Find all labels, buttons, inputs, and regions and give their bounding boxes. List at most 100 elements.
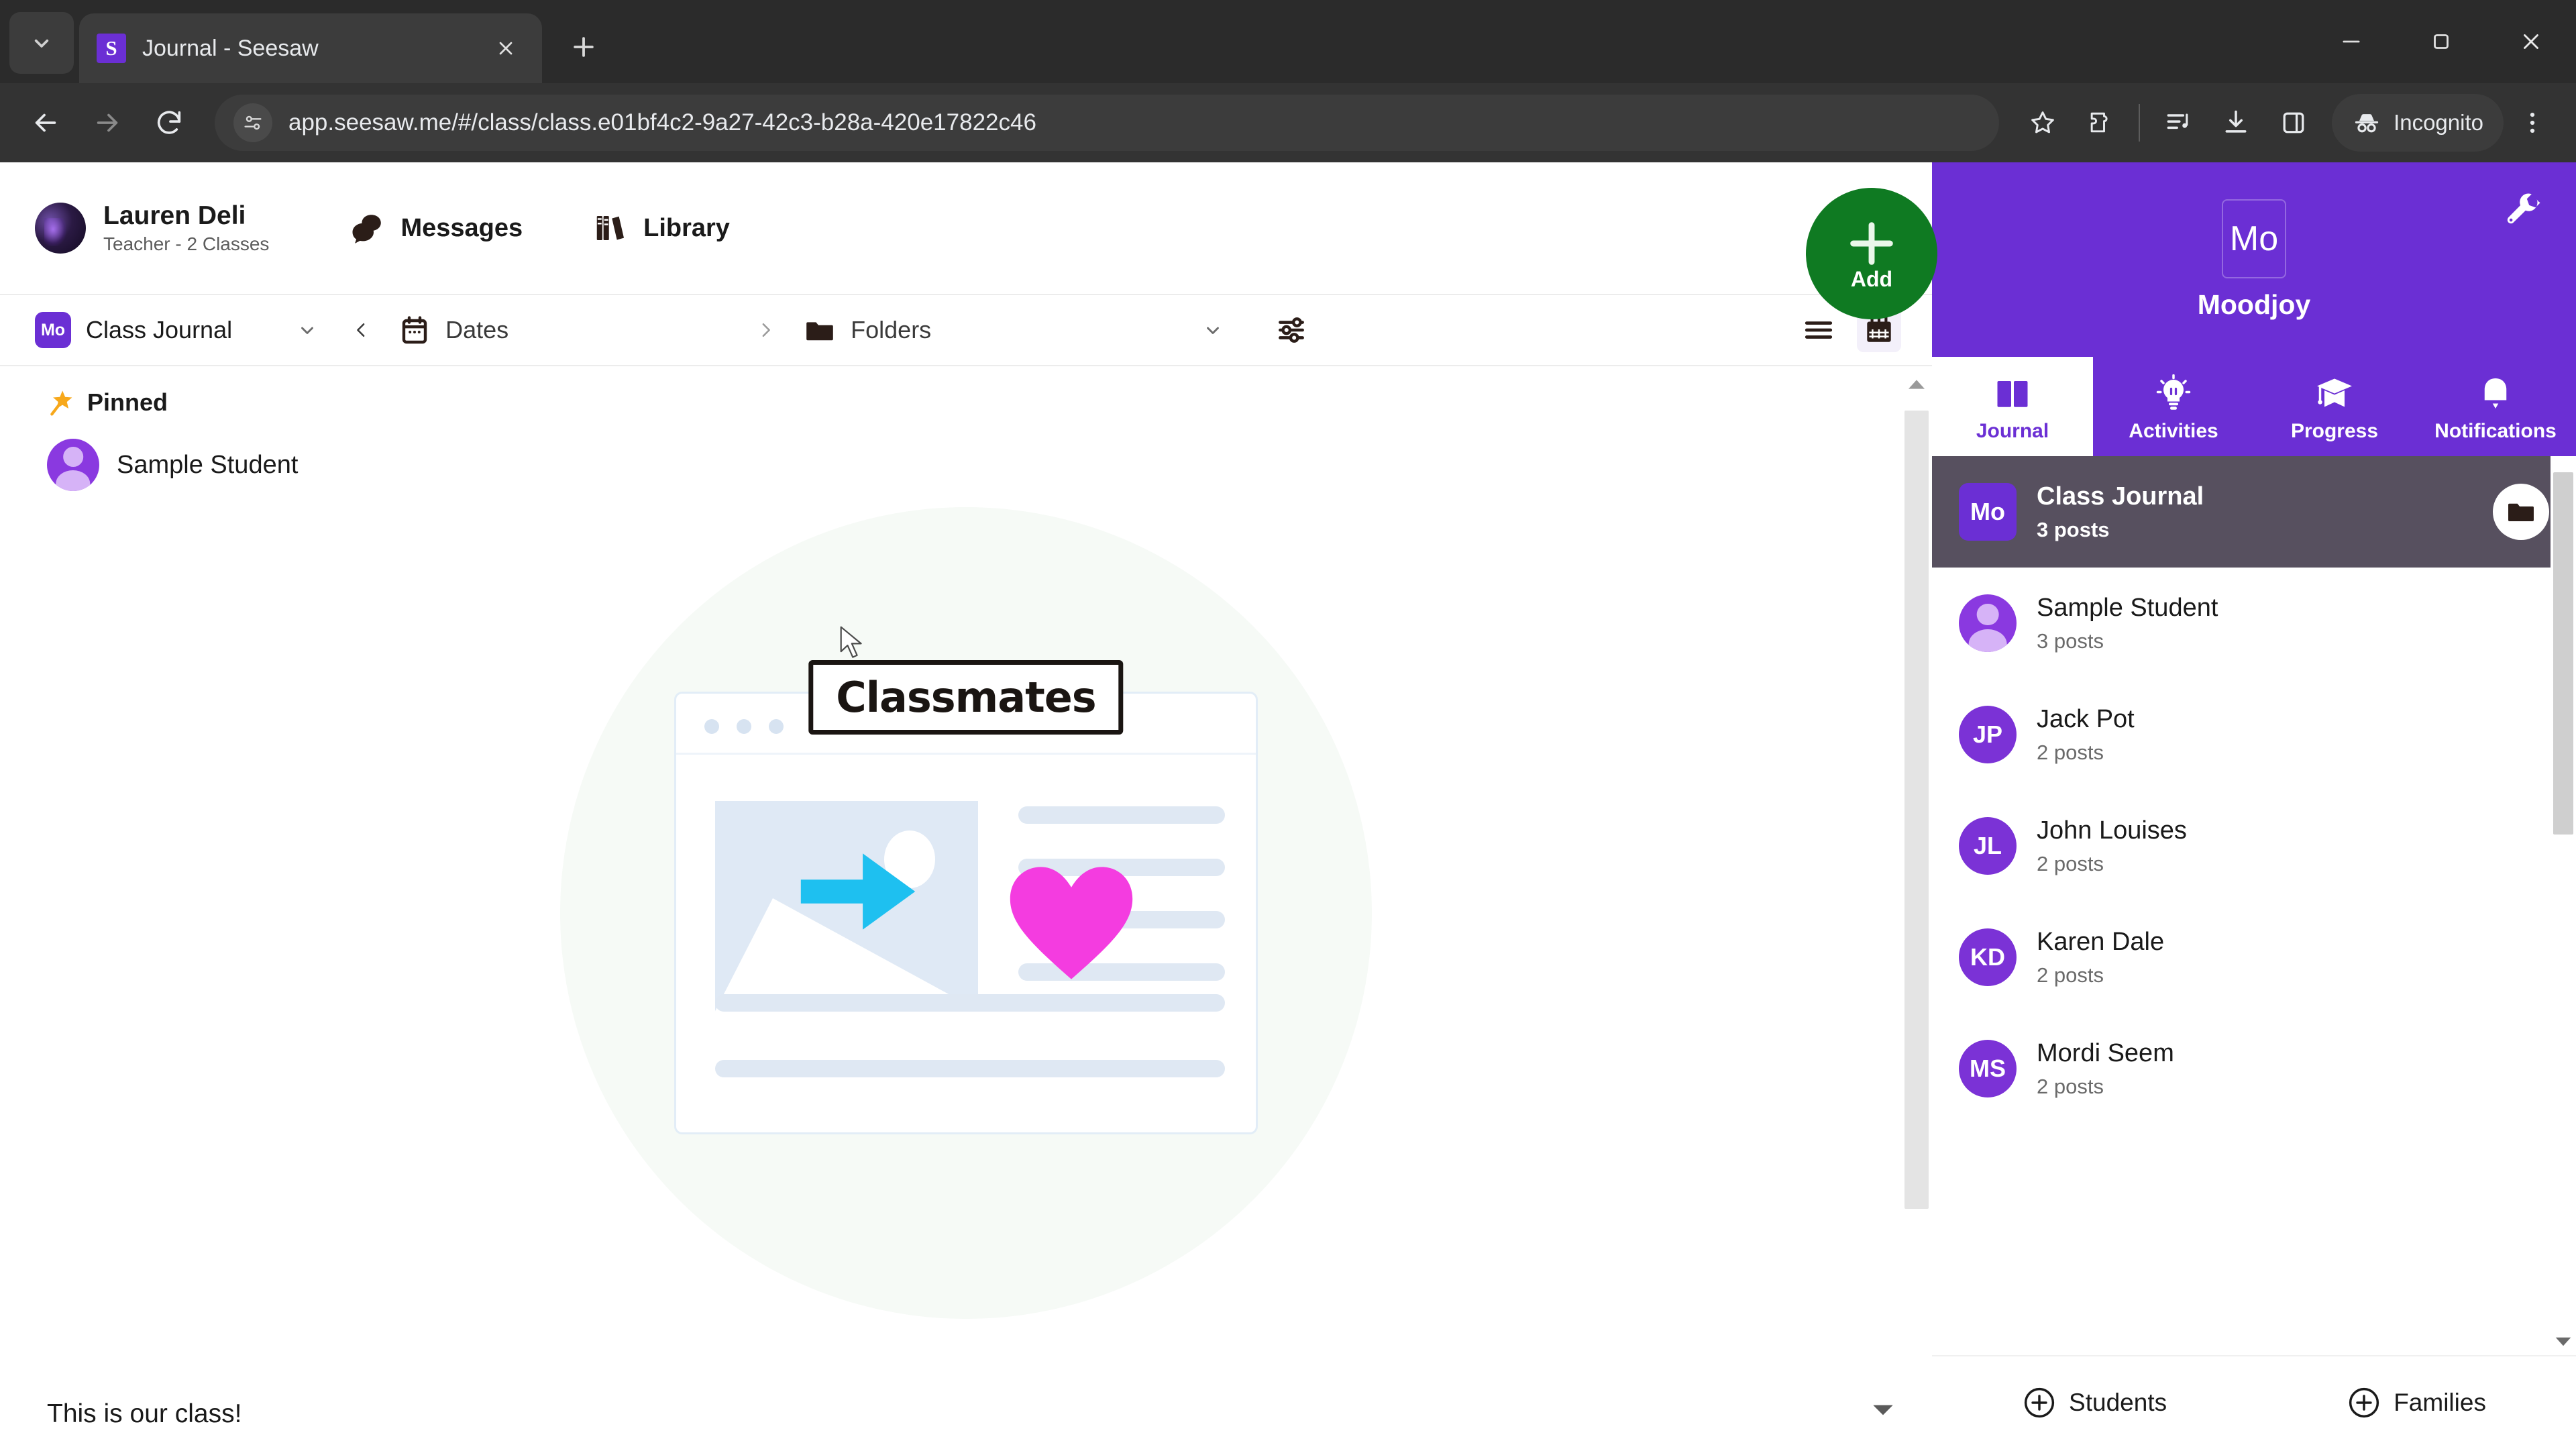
list-item[interactable]: JP Jack Pot 2 posts [1932,679,2576,790]
seesaw-favicon: S [97,34,126,63]
tab-progress[interactable]: Progress [2254,357,2415,456]
calendar-icon [402,316,427,344]
bookmark-button[interactable] [2014,94,2072,152]
list-item[interactable]: MS Mordi Seem 2 posts [1932,1013,2576,1124]
folders-dropdown-caret[interactable] [1199,317,1226,343]
journal-dropdown-caret[interactable] [294,317,321,343]
sidebar-scrollbar[interactable] [2551,456,2576,1355]
browser-tab[interactable]: S Journal - Seesaw [79,13,542,83]
scroll-down-arrow-icon[interactable] [2553,1335,2573,1348]
lightbulb-icon [2156,374,2191,410]
chevron-down-icon [34,39,49,48]
add-families-button[interactable]: Families [2347,1385,2486,1420]
arrow-left-icon [35,113,56,132]
class-sidebar: Add Mo Moodjoy Journal Activities Progre… [1806,162,2576,1449]
address-bar[interactable]: app.seesaw.me/#/class/class.e01bf4c2-9a2… [215,95,2000,151]
current-user[interactable]: Lauren Deli Teacher - 2 Classes [35,201,269,256]
scroll-down-button[interactable] [1865,1397,1901,1424]
journal-feed: Pinned Sample Student Classmates This is… [0,366,1932,1449]
browser-toolbar: app.seesaw.me/#/class/class.e01bf4c2-9a2… [0,83,2576,162]
scrollbar-thumb[interactable] [2553,472,2573,835]
tab-journal[interactable]: Journal [1932,357,2093,456]
row-title: John Louises [2037,816,2187,845]
plus-circle-icon [2024,1387,2055,1418]
row-subtitle: 2 posts [2037,1074,2104,1098]
tab-search-button[interactable] [9,12,74,74]
profile-incognito-button[interactable]: Incognito [2332,94,2504,152]
chevron-down-icon [301,327,314,334]
list-item[interactable]: Sample Student 3 posts [1932,568,2576,679]
row-title: Mordi Seem [2037,1039,2174,1068]
tab-label: Activities [2129,420,2218,442]
close-icon [499,42,513,55]
close-window-button[interactable] [2486,0,2576,83]
add-students-button[interactable]: Students [2022,1385,2167,1420]
app-header: Lauren Deli Teacher - 2 Classes Messages [0,162,1932,294]
new-tab-button[interactable] [557,20,610,74]
incognito-label: Incognito [2394,110,2483,135]
filter-settings-button[interactable] [1269,308,1313,352]
scrollbar-thumb[interactable] [1904,411,1929,1209]
downloads-button[interactable] [2207,94,2265,152]
journal-scrollbar[interactable] [1901,366,1932,1449]
scroll-up-arrow-icon[interactable] [1906,377,1927,392]
dates-next-button[interactable] [750,315,781,345]
side-panel-button[interactable] [2265,94,2322,152]
toolbar-divider [2139,104,2141,142]
reload-button[interactable] [138,92,200,154]
avatar [35,203,86,254]
window-dots-icon [704,719,784,734]
list-view-button[interactable] [1796,308,1841,352]
minimize-button[interactable] [2306,0,2396,83]
back-button[interactable] [15,92,76,154]
add-button-label: Add [1850,266,1893,291]
class-badge: Mo [35,312,71,348]
post-caption: This is our class! [47,1399,242,1428]
user-role: Teacher - 2 Classes [103,233,270,255]
reading-list-button[interactable] [2149,94,2207,152]
extensions-button[interactable] [2072,94,2129,152]
chrome-menu-button[interactable] [2504,94,2561,152]
site-settings-button[interactable] [233,103,272,142]
forward-button[interactable] [76,92,138,154]
maximize-button[interactable] [2396,0,2486,83]
window-controls [2306,0,2576,83]
maximize-icon [2434,34,2449,49]
nav-item-library[interactable]: Library [592,210,730,246]
footer-label: Students [2069,1389,2167,1416]
folders-filter[interactable]: Folders [804,314,931,346]
pinned-student-row[interactable]: Sample Student [0,417,1932,491]
downloads-icon [2225,110,2247,133]
journal-selector[interactable]: Mo Class Journal [35,312,232,348]
tab-strip: S Journal - Seesaw [0,0,2576,83]
open-folder-button[interactable] [2493,484,2549,540]
illustration-title: Classmates [808,660,1124,735]
row-title: Karen Dale [2037,928,2165,957]
dates-filter[interactable]: Dates [398,314,508,346]
list-view-icon [1805,321,1833,339]
list-item[interactable]: JL John Louises 2 posts [1932,790,2576,902]
list-item[interactable]: Mo Class Journal 3 posts [1932,456,2576,568]
journal-column: Lauren Deli Teacher - 2 Classes Messages [0,162,1932,1449]
tab-activities[interactable]: Activities [2093,357,2254,456]
plus-circle-icon [2349,1387,2379,1418]
row-subtitle: 2 posts [2037,963,2104,987]
nav-item-messages[interactable]: Messages [350,210,523,246]
three-dot-menu-icon [2530,112,2535,133]
close-tab-button[interactable] [487,30,525,67]
tune-icon [244,115,262,130]
url-text: app.seesaw.me/#/class/class.e01bf4c2-9a2… [288,109,1036,136]
add-button[interactable]: Add [1806,188,1937,319]
sidebar-footer: Students Families [1932,1355,2576,1449]
class-settings-button[interactable] [2500,188,2546,235]
side-panel-icon [2283,112,2304,133]
list-item[interactable]: KD Karen Dale 2 posts [1932,902,2576,1013]
arrow-right-icon [97,113,118,132]
pinned-student-name: Sample Student [117,450,299,479]
chevron-left-icon [357,323,365,337]
chevron-right-icon [762,323,771,337]
dates-prev-button[interactable] [346,315,377,345]
avatar: KD [1959,928,2017,986]
sidebar-tabs: Journal Activities Progress Notification… [1932,357,2576,456]
tab-notifications[interactable]: Notifications [2415,357,2576,456]
